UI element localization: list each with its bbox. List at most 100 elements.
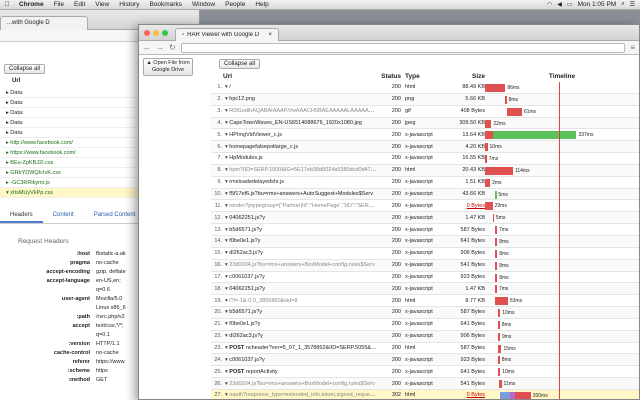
back-tab[interactable]: ...with Google D (0, 16, 88, 30)
expand-arrow-icon[interactable]: ▾ (225, 132, 228, 138)
expand-arrow-icon[interactable]: ▾ (225, 155, 228, 161)
row-url-cell[interactable]: ▾ R0lGodlhAQABAIAAAP///wAAACH5BAEAAAAALA… (223, 108, 377, 114)
table-row[interactable]: 13. ▾ b5d6571.js?y 200 x-javascript 587 Byte… (211, 224, 639, 236)
table-row[interactable]: 27. ▾ oauth?response_type=extended_info,t… (211, 389, 639, 399)
table-row[interactable]: 12. ▾ 04062251.js?y 200 x-javascript 1.47 KB… (211, 212, 639, 225)
menu-help[interactable]: Help (250, 1, 273, 8)
row-url-cell[interactable]: ▾ dl262ac3.js?y (223, 250, 377, 256)
table-row[interactable]: 19. ▾ l?l=-1&-0.0_3855860&sid=8 200 html 8.7… (211, 295, 639, 308)
row-url-cell[interactable]: ▾ homepagefalsepotlarge_c.js (223, 144, 377, 150)
expand-arrow-icon[interactable]: ▾ (225, 357, 228, 363)
expand-arrow-icon[interactable]: ▾ (225, 120, 228, 126)
expand-arrow-icon[interactable]: ▾ (225, 392, 228, 398)
menu-bookmarks[interactable]: Bookmarks (144, 1, 187, 8)
row-url-cell[interactable]: ▾ f5f17ef6.js?bu=rms+answers+AutoSuggest… (223, 191, 377, 197)
row-url-cell[interactable]: ▾ dl262ac3.js?y (223, 333, 377, 339)
table-row[interactable]: 1. ▾ / 200 html 88.49 KB 86ms (211, 82, 639, 94)
menu-view[interactable]: View (90, 1, 114, 8)
back-collapse-all-button[interactable]: Collapse all (4, 64, 46, 74)
expand-arrow-icon[interactable]: ▾ (225, 333, 228, 339)
battery-icon[interactable]: ▭ (567, 1, 573, 8)
table-row[interactable]: 25. ▾ POST reportActivity 200 x-javascript 6… (211, 366, 639, 379)
forward-arrow-icon[interactable]: → (156, 43, 164, 52)
table-row[interactable]: 21. ▾ f0be0e1.js?y 200 x-javascript 641 Byte… (211, 319, 639, 331)
row-url-cell[interactable]: ▾ c0061037.js?y (223, 357, 377, 363)
apple-icon[interactable]:  (0, 1, 14, 8)
close-window-icon[interactable] (144, 30, 150, 36)
col-size[interactable]: Size (447, 72, 485, 82)
volume-icon[interactable]: ◀ (557, 1, 562, 8)
expand-arrow-icon[interactable]: ▾ (225, 108, 228, 114)
table-row[interactable]: 5. ▾ HPImgVidViewer_c.js 200 x-javascript 13… (211, 129, 639, 142)
expand-arrow-icon[interactable]: ▾ (225, 309, 228, 315)
row-url-cell[interactable]: ▾ 23d0204.js?bu=rms+answers+BoxModel+con… (223, 381, 377, 387)
menu-people[interactable]: People (220, 1, 250, 8)
table-row[interactable]: 22. ▾ dl262ac3.js?y 200 x-javascript 906 Byt… (211, 330, 639, 343)
table-row[interactable]: 6. ▾ homepagefalsepotlarge_c.js 200 x-javas… (211, 141, 639, 154)
table-row[interactable]: 8. ▾ hpm?IID=SERP.1000&IG=5E17eb38d8024a5… (211, 164, 639, 177)
row-url-cell[interactable]: ▾ CapeTownWaves_EN-US6514088676_1920x108… (223, 120, 377, 126)
expand-arrow-icon[interactable]: ▾ (225, 345, 228, 351)
expand-arrow-icon[interactable]: ▾ (225, 262, 228, 268)
row-url-cell[interactable]: ▾ b5d6571.js?y (223, 227, 377, 233)
collapse-all-button[interactable]: Collapse all (219, 59, 261, 69)
row-url-cell[interactable]: ▾ 04062251.js?y (223, 286, 377, 292)
row-url-cell[interactable]: ▾ hpm?IID=SERP.1000&IG=5E17eb38d8024a538… (223, 167, 377, 173)
expand-arrow-icon[interactable]: ▾ (225, 84, 228, 90)
row-url-cell[interactable]: ▾ l?l=-1&-0.0_3855860&sid=8 (223, 298, 377, 304)
menu-window[interactable]: Window (187, 1, 220, 8)
tab-content[interactable]: Content (43, 208, 84, 223)
row-url-cell[interactable]: ▾ oauth?response_type=extended_info,toke… (223, 392, 377, 398)
tab-parsed-content[interactable]: Parsed Content (84, 208, 146, 223)
expand-arrow-icon[interactable]: ▾ (225, 298, 228, 304)
expand-arrow-icon[interactable]: ▾ (225, 321, 228, 327)
row-url-cell[interactable]: ▾ b5d6571.js?y (223, 309, 377, 315)
table-row[interactable]: 17. ▾ c0061037.js?y 200 x-javascript 923 Byt… (211, 272, 639, 284)
minimize-window-icon[interactable] (153, 30, 159, 36)
reload-icon[interactable]: ↻ (169, 43, 176, 52)
table-row[interactable]: 3. ▾ R0lGodlhAQABAIAAAP///wAAACH5BAEAAAAA… (211, 106, 639, 118)
expand-arrow-icon[interactable]: ▾ (225, 144, 228, 150)
close-tab-icon[interactable]: × (268, 32, 272, 38)
table-row[interactable]: 14. ▾ f0be0e1.js?y 200 x-javascript 641 Byte… (211, 235, 639, 248)
row-url-cell[interactable]: ▾ 04062251.js?y (223, 215, 377, 221)
row-url-cell[interactable]: ▾ POST ncheader?ver=5_07_1_3578862&IID=S… (223, 345, 377, 351)
menu-history[interactable]: History (114, 1, 144, 8)
row-url-cell[interactable]: ▾ f0be0e1.js?y (223, 238, 377, 244)
table-row[interactable]: 10. ▾ f5f17ef6.js?bu=rms+answers+AutoSugg… (211, 188, 639, 201)
col-timeline[interactable]: Timeline (485, 72, 639, 82)
table-row[interactable]: 4. ▾ CapeTownWaves_EN-US6514088676_1920x1… (211, 117, 639, 130)
table-row[interactable]: 26. ▾ 23d0204.js?bu=rms+answers+BoxModel+… (211, 378, 639, 390)
table-row[interactable]: 20. ▾ b5d6571.js?y 200 x-javascript 587 Byte… (211, 307, 639, 319)
col-status[interactable]: Status (377, 72, 401, 82)
tab-headers[interactable]: Headers (0, 208, 43, 223)
menu-file[interactable]: File (49, 1, 69, 8)
expand-arrow-icon[interactable]: ▾ (225, 215, 228, 221)
expand-arrow-icon[interactable]: ▾ (225, 369, 228, 375)
table-row[interactable]: 7. ▾ HpModules.js 200 x-javascript 16.55 KB 7… (211, 153, 639, 165)
menu-edit[interactable]: Edit (69, 1, 90, 8)
back-arrow-icon[interactable]: ← (143, 43, 151, 52)
table-row[interactable]: 2. ▾ hpc12.png 200 png 5.66 KB 8ms (211, 93, 639, 106)
table-row[interactable]: 18. ▾ 04062251.js?y 200 x-javascript 1.47 KB… (211, 283, 639, 296)
expand-arrow-icon[interactable]: ▾ (225, 179, 228, 185)
table-row[interactable]: 15. ▾ dl262ac3.js?y 200 x-javascript 906 Byt… (211, 248, 639, 260)
expand-arrow-icon[interactable]: ▾ (225, 203, 228, 209)
row-url-cell[interactable]: ▾ f0be0e1.js?y (223, 321, 377, 327)
menubar-clock[interactable]: Mon 1:05 PM (578, 1, 617, 8)
chrome-menu-icon[interactable]: ≡ (630, 43, 635, 52)
search-icon[interactable]: ⌕ (621, 1, 624, 8)
expand-arrow-icon[interactable]: ▾ (225, 250, 228, 256)
row-url-cell[interactable]: ▾ HpModules.js (223, 155, 377, 161)
tab-har-viewer[interactable]: ▫ HAR Viewer with Google D × (175, 28, 279, 41)
col-type[interactable]: Type (401, 72, 447, 82)
expand-arrow-icon[interactable]: ▾ (225, 167, 228, 173)
expand-arrow-icon[interactable]: ▾ (225, 381, 228, 387)
col-url[interactable]: Url (211, 72, 377, 82)
row-url-cell[interactable]: ▾ 23d0204.js?bu=rms+answers+BoxModel+con… (223, 262, 377, 268)
row-url-cell[interactable]: ▾ hpc12.png (223, 96, 377, 102)
address-bar[interactable] (180, 42, 626, 53)
table-row[interactable]: 11. ▾ render?ptypegroup=["Partner|Id":"Ho… (211, 200, 639, 213)
menu-app-name[interactable]: Chrome (14, 1, 49, 8)
expand-arrow-icon[interactable]: ▾ (225, 191, 228, 197)
